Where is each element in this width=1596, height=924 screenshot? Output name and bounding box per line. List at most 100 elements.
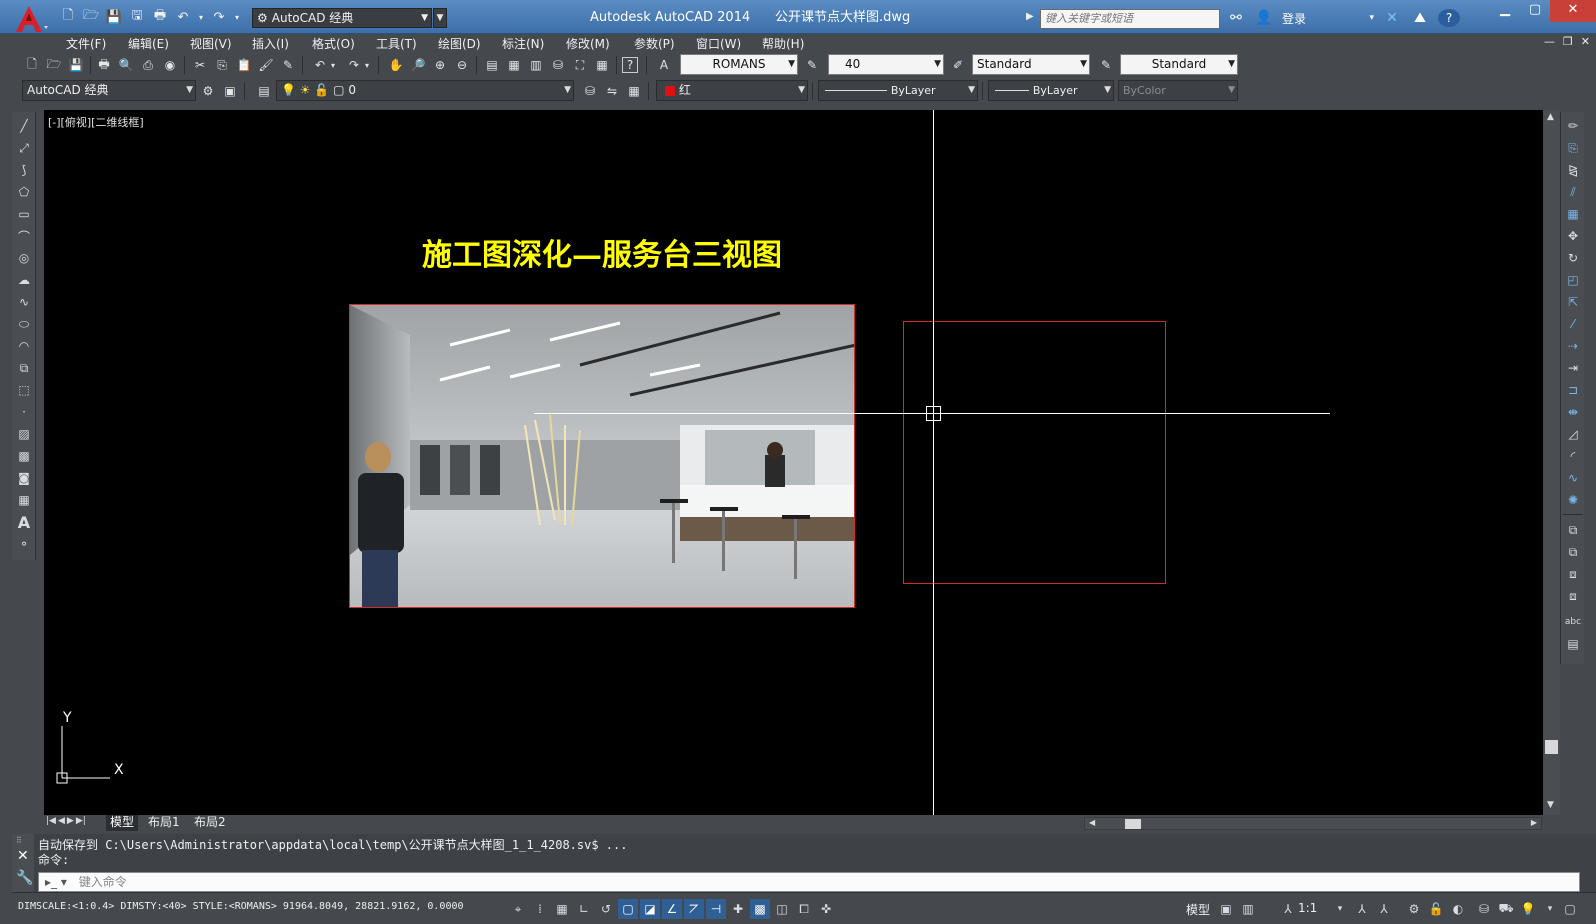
explode-icon[interactable]: ✺ [1563,490,1583,510]
menu-tools[interactable]: 工具(T) [376,35,417,52]
cut-icon[interactable]: ✂ [190,55,210,75]
menu-parametric[interactable]: 参数(P) [634,35,675,52]
doc-close-button[interactable]: ✕ [1581,35,1590,48]
vertical-scrollbar[interactable]: ▲ ▼ [1543,110,1560,815]
command-prompt-icon[interactable]: ▸_ ▾ [45,875,67,889]
dynamic-ucs-icon[interactable]: ⦢ [684,899,704,919]
redo-dropdown-icon[interactable]: ▾ [362,55,372,75]
ellipse-icon[interactable]: ⬭ [14,314,34,334]
dim-style-icon[interactable]: ✐ [948,55,968,75]
first-tab-icon[interactable]: |◀ [46,816,56,826]
offset-icon[interactable]: ⫽ [1563,182,1583,202]
table-style-select[interactable]: Standard ▼ [1120,54,1238,75]
grid-display-icon[interactable]: ▦ [552,899,572,919]
dynamic-input-icon[interactable]: ⊣ [706,899,726,919]
quick-view-drawings-icon[interactable]: ▥ [1238,899,1258,919]
help-icon[interactable]: ? [1438,9,1461,27]
markup-icon[interactable]: ⛶ [570,55,590,75]
break-at-point-icon[interactable]: ⇥ [1563,358,1583,378]
layer-previous-icon[interactable]: ⇋ [602,81,622,101]
close-icon[interactable]: ✕ [17,848,29,864]
customize-qat-button[interactable]: ▼ [433,8,447,28]
redo-dropdown-icon[interactable]: ▾ [232,7,242,27]
properties-icon[interactable]: ▤ [482,55,502,75]
3d-object-snap-icon[interactable]: ◪ [640,899,660,919]
layer-select[interactable]: 💡 ☀ 🔓 ▢ 0 ▼ [276,80,574,101]
clean-screen-icon[interactable]: ▢ [1560,899,1580,919]
login-dropdown-icon[interactable]: ▾ [1314,8,1374,28]
circle-icon[interactable]: ◎ [14,248,34,268]
design-center-icon[interactable]: ▦ [504,55,524,75]
arc-icon[interactable]: ⌒ [14,226,34,246]
selection-cycling-icon[interactable]: ⧠ [794,899,814,919]
scroll-up-icon[interactable]: ▲ [1547,112,1554,122]
scroll-down-icon[interactable]: ▼ [1547,800,1554,810]
lineweight-toggle-icon[interactable]: ✚ [728,899,748,919]
blend-curves-icon[interactable]: ∿ [1563,468,1583,488]
search-expand-icon[interactable]: ▶ [1026,11,1034,22]
mirror-icon[interactable]: ⧎ [1563,160,1583,180]
minimize-button[interactable]: ▁ [1490,0,1520,22]
object-snap-icon[interactable]: ▢ [618,899,638,919]
vertical-scroll-thumb[interactable] [1545,740,1558,754]
horizontal-scrollbar[interactable]: ◀ ▶ [1084,817,1542,830]
save-as-icon[interactable]: 🖫 [127,7,147,27]
trim-icon[interactable]: ⁄ [1563,314,1583,334]
add-selected-icon[interactable]: ⚬ [14,534,34,554]
transparency-icon[interactable]: ▩ [750,899,770,919]
calculator-icon[interactable]: ▦ [592,55,612,75]
tab-model[interactable]: 模型 [106,815,139,831]
erase-icon[interactable]: ✏ [1563,116,1583,136]
draw-order-above-icon[interactable]: ⧈ [1563,564,1583,584]
table-icon[interactable]: ▦ [14,490,34,510]
workspace-switcher[interactable]: ⚙ AutoCAD 经典 ▼ [252,8,432,28]
draw-order-front-icon[interactable]: ⧉ [1563,520,1583,540]
rectangle-icon[interactable]: ▭ [14,204,34,224]
spline-icon[interactable]: ∿ [14,292,34,312]
menu-file[interactable]: 文件(F) [66,35,106,52]
lineweight-select[interactable]: ByLayer ▼ [988,80,1114,101]
undo-icon[interactable]: ↶ [310,55,330,75]
undo-dropdown-icon[interactable]: ▾ [196,7,206,27]
scroll-right-icon[interactable]: ▶ [1531,818,1537,827]
redo-icon[interactable]: ↷ [344,55,364,75]
exchange-icon[interactable]: ✕ [1382,8,1402,28]
menu-view[interactable]: 视图(V) [190,35,232,52]
annotation-scale-value[interactable]: 1:1 [1298,901,1317,915]
break-icon[interactable]: ⊐ [1563,380,1583,400]
zoom-window-icon[interactable]: ⊕ [430,55,450,75]
toolbar-lock-icon[interactable]: 🔓 [1426,899,1446,919]
copy-icon[interactable]: ⎘ [212,55,232,75]
make-current-layer-icon[interactable]: ⛁ [580,81,600,101]
annotation-scale-icon[interactable]: ⅄ [1278,899,1298,919]
copy-object-icon[interactable]: ⎘ [1563,138,1583,158]
help-icon[interactable]: ? [622,57,638,73]
infer-constraints-icon[interactable]: ⌖ [508,899,528,919]
doc-restore-button[interactable]: ❐ [1563,35,1573,48]
color-select[interactable]: 红 ▼ [656,80,808,101]
polygon-icon[interactable]: ⬠ [14,182,34,202]
horizontal-scroll-thumb[interactable] [1125,819,1141,829]
region-icon[interactable]: ◙ [14,468,34,488]
quick-view-layouts-icon[interactable]: ▣ [1216,899,1236,919]
revision-cloud-icon[interactable]: ☁ [14,270,34,290]
zoom-realtime-icon[interactable]: 🔎 [408,55,428,75]
array-icon[interactable]: ▦ [1563,204,1583,224]
menu-help[interactable]: 帮助(H) [762,35,804,52]
object-snap-tracking-icon[interactable]: ∠ [662,899,682,919]
bring-text-front-icon[interactable]: ▤ [1563,634,1583,654]
model-space-label[interactable]: 模型 [1186,901,1210,918]
polar-tracking-icon[interactable]: ↺ [596,899,616,919]
text-height-select[interactable]: 40 ▼ [828,54,944,75]
dim-style-select[interactable]: Standard ▼ [972,54,1090,75]
annotation-monitor-icon[interactable]: ✜ [816,899,836,919]
tab-layout1[interactable]: 布局1 [144,815,184,831]
undo-icon[interactable]: ↶ [173,7,193,27]
linetype-select[interactable]: ByLayer ▼ [818,80,978,101]
save-icon[interactable]: 💾 [66,55,86,75]
user-icon[interactable]: 👤 [1254,8,1274,28]
communication-center-icon[interactable]: ⛟ [1496,899,1516,919]
draw-order-back-icon[interactable]: ⧉ [1563,542,1583,562]
text-height-icon[interactable]: ✎ [802,55,822,75]
spell-check-icon[interactable]: abc [1563,612,1583,632]
